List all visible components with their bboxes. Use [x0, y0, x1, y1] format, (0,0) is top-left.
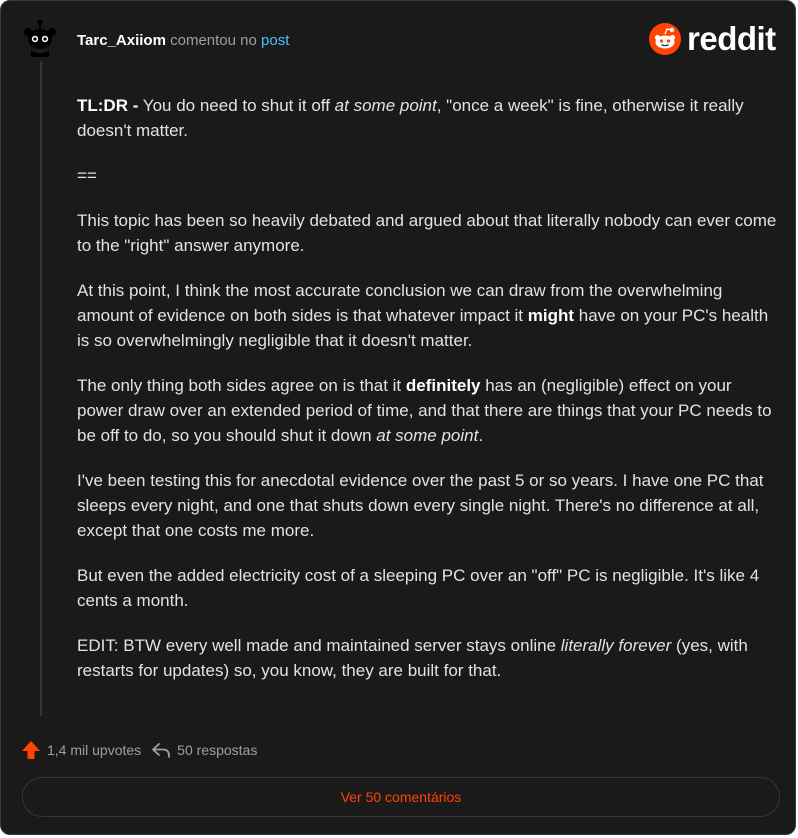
comment-body: TL:DR - You do need to shut it off at so…	[77, 93, 777, 703]
comment-paragraph: At this point, I think the most accurate…	[77, 281, 769, 350]
comment-paragraph: This topic has been so heavily debated a…	[77, 211, 777, 255]
user-avatar[interactable]	[21, 19, 59, 57]
comment-card: Tarc_Axiiom comentou no post reddit TL:D…	[0, 0, 796, 835]
upvote-count: 1,4 mil upvotes	[47, 742, 142, 758]
thread-line[interactable]	[40, 61, 42, 716]
comment-action-text: comentou no	[170, 32, 257, 49]
reddit-logo: reddit	[649, 21, 776, 57]
comment-paragraph-tldr: TL:DR - You do need to shut it off at so…	[77, 96, 744, 140]
comment-paragraph: But even the added electricity cost of a…	[77, 566, 760, 610]
comment-paragraph-edit: EDIT: BTW every well made and maintained…	[77, 636, 748, 680]
reddit-wordmark: reddit	[687, 20, 776, 57]
reply-count[interactable]: 50 respostas	[177, 742, 257, 758]
comment-paragraph: I've been testing this for anecdotal evi…	[77, 471, 764, 540]
comment-paragraph: The only thing both sides agree on is th…	[77, 376, 772, 445]
post-link[interactable]: post	[261, 32, 289, 49]
view-comments-label: Ver 50 comentários	[340, 789, 462, 805]
reply-arrow-icon[interactable]	[151, 740, 171, 760]
comment-paragraph-divider: ==	[77, 166, 97, 185]
upvote-arrow-icon[interactable]	[21, 740, 41, 760]
reddit-snoo-logo-icon	[649, 23, 681, 55]
comment-footer: 1,4 mil upvotes 50 respostas	[21, 738, 257, 762]
username-link[interactable]: Tarc_Axiiom	[77, 32, 166, 49]
view-comments-button[interactable]: Ver 50 comentários	[22, 777, 780, 817]
comment-header: Tarc_Axiiom comentou no post	[77, 32, 289, 50]
snoo-avatar-icon	[24, 19, 56, 57]
